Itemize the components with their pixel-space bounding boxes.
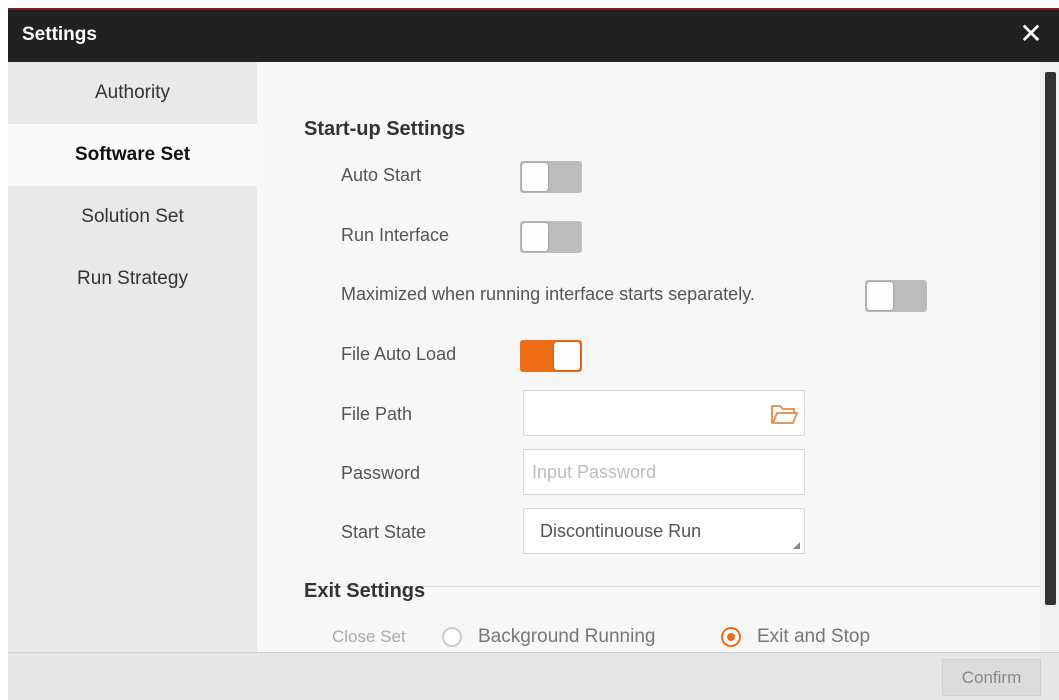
sidebar-item-solution-set[interactable]: Solution Set (8, 186, 257, 248)
sidebar-item-run-strategy[interactable]: Run Strategy (8, 248, 257, 310)
toggle-knob (867, 282, 893, 310)
sidebar-item-authority[interactable]: Authority (8, 62, 257, 124)
auto-start-toggle[interactable] (520, 161, 582, 193)
maximized-label: Maximized when running interface starts … (341, 284, 755, 304)
sidebar-item-label: Run Strategy (77, 268, 188, 289)
resize-corner-icon (793, 542, 800, 549)
password-input[interactable] (524, 450, 804, 494)
file-path-input[interactable] (524, 391, 804, 435)
toggle-knob (554, 342, 580, 370)
background-running-label[interactable]: Background Running (478, 626, 655, 648)
sidebar-item-label: Software Set (74, 144, 191, 165)
footer-bar: Confirm (8, 652, 1059, 700)
sidebar-item-software-set[interactable]: Software Set (8, 124, 257, 186)
background-running-radio[interactable] (442, 627, 462, 647)
auto-start-label: Auto Start (341, 165, 422, 185)
file-path-label: File Path (341, 404, 413, 424)
startup-settings-title: Start-up Settings (304, 118, 466, 140)
window-title: Settings (22, 24, 97, 45)
folder-open-icon[interactable] (770, 402, 798, 426)
password-field (523, 449, 805, 495)
file-auto-load-toggle[interactable] (520, 340, 582, 372)
file-auto-load-label: File Auto Load (341, 344, 457, 364)
sidebar-item-label: Solution Set (81, 206, 184, 227)
settings-window: Settings ✕ Authority Software Set Soluti… (8, 8, 1059, 700)
password-label: Password (341, 463, 421, 483)
close-set-label: Close Set (332, 627, 406, 646)
settings-content: Start-up Settings Auto Start Run Interfa… (257, 62, 1040, 652)
start-state-label: Start State (341, 522, 427, 542)
toggle-knob (522, 163, 548, 191)
maximized-toggle[interactable] (865, 280, 927, 312)
scrollbar-thumb[interactable] (1045, 72, 1056, 605)
file-path-field (523, 390, 805, 436)
exit-and-stop-label[interactable]: Exit and Stop (757, 626, 870, 648)
confirm-button[interactable]: Confirm (942, 659, 1041, 696)
sidebar-item-label: Authority (95, 82, 170, 103)
toggle-knob (522, 223, 548, 251)
start-state-select[interactable]: Discontinuouse Run (523, 508, 805, 554)
start-state-value: Discontinuouse Run (540, 521, 702, 541)
run-interface-toggle[interactable] (520, 221, 582, 253)
close-icon[interactable]: ✕ (1017, 20, 1045, 48)
scrollbar[interactable] (1040, 62, 1059, 652)
exit-and-stop-radio[interactable] (721, 627, 741, 647)
run-interface-label: Run Interface (341, 225, 450, 245)
section-divider (317, 586, 1040, 587)
exit-settings-title: Exit Settings (304, 580, 426, 602)
title-bar: Settings ✕ (8, 10, 1059, 62)
sidebar: Authority Software Set Solution Set Run … (8, 62, 257, 652)
